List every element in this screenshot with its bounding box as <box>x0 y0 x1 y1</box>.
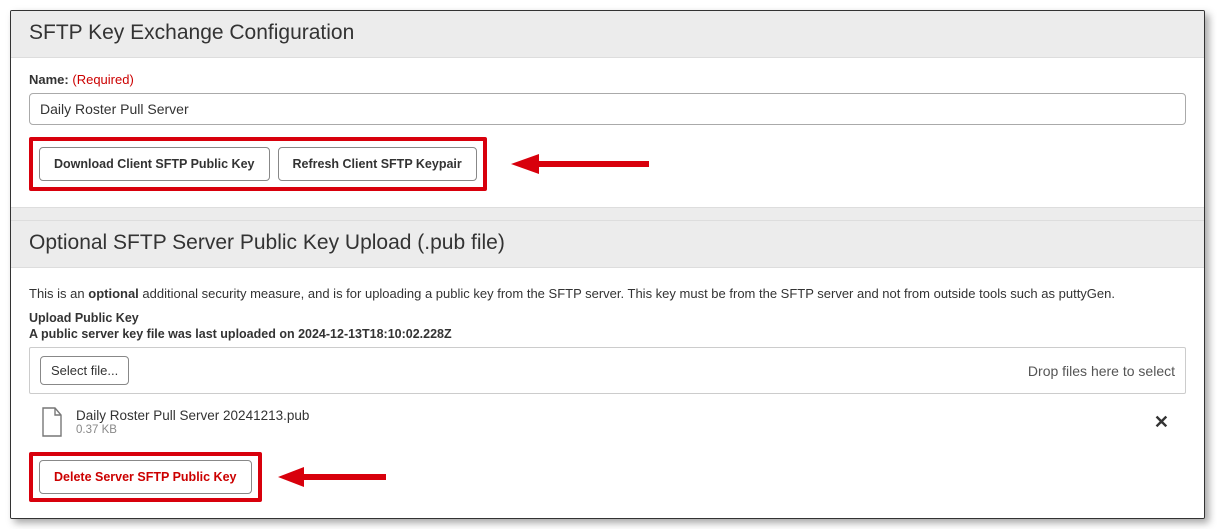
refresh-client-keypair-button[interactable]: Refresh Client SFTP Keypair <box>278 147 477 181</box>
optional-description: This is an optional additional security … <box>29 286 1186 301</box>
client-key-actions: Download Client SFTP Public Key Refresh … <box>29 137 1186 191</box>
file-meta: Daily Roster Pull Server 20241213.pub 0.… <box>76 408 1148 436</box>
section1-title: SFTP Key Exchange Configuration <box>11 11 1204 58</box>
remove-file-icon[interactable]: ✕ <box>1148 412 1175 433</box>
name-input[interactable] <box>29 93 1186 125</box>
section2-title: Optional SFTP Server Public Key Upload (… <box>11 221 1204 268</box>
section2-body: This is an optional additional security … <box>11 268 1204 518</box>
name-label: Name: <box>29 72 69 87</box>
delete-key-row: Delete Server SFTP Public Key <box>29 452 1186 502</box>
delete-server-key-button[interactable]: Delete Server SFTP Public Key <box>39 460 252 494</box>
required-indicator: (Required) <box>72 72 133 87</box>
section1-body: Name: (Required) Download Client SFTP Pu… <box>11 58 1204 207</box>
annotation-arrow-2 <box>276 465 386 489</box>
select-file-button[interactable]: Select file... <box>40 356 129 385</box>
uploaded-file-name: Daily Roster Pull Server 20241213.pub <box>76 408 1148 423</box>
upload-public-key-label: Upload Public Key <box>29 311 1186 325</box>
desc-post: additional security measure, and is for … <box>139 286 1115 301</box>
section-divider <box>11 207 1204 221</box>
config-card: SFTP Key Exchange Configuration Name: (R… <box>10 10 1205 519</box>
uploaded-file-size: 0.37 KB <box>76 424 1148 436</box>
upload-status-line: A public server key file was last upload… <box>29 327 1186 341</box>
desc-pre: This is an <box>29 286 88 301</box>
annotation-highlight-2: Delete Server SFTP Public Key <box>29 452 262 502</box>
annotation-arrow-1 <box>509 137 649 191</box>
name-label-row: Name: (Required) <box>29 72 1186 87</box>
uploaded-file-row: Daily Roster Pull Server 20241213.pub 0.… <box>29 398 1186 442</box>
annotation-highlight-1: Download Client SFTP Public Key Refresh … <box>29 137 487 191</box>
desc-bold: optional <box>88 286 139 301</box>
drop-hint: Drop files here to select <box>1028 363 1175 379</box>
file-icon <box>40 407 64 437</box>
file-drop-zone[interactable]: Select file... Drop files here to select <box>29 347 1186 394</box>
download-client-key-button[interactable]: Download Client SFTP Public Key <box>39 147 270 181</box>
